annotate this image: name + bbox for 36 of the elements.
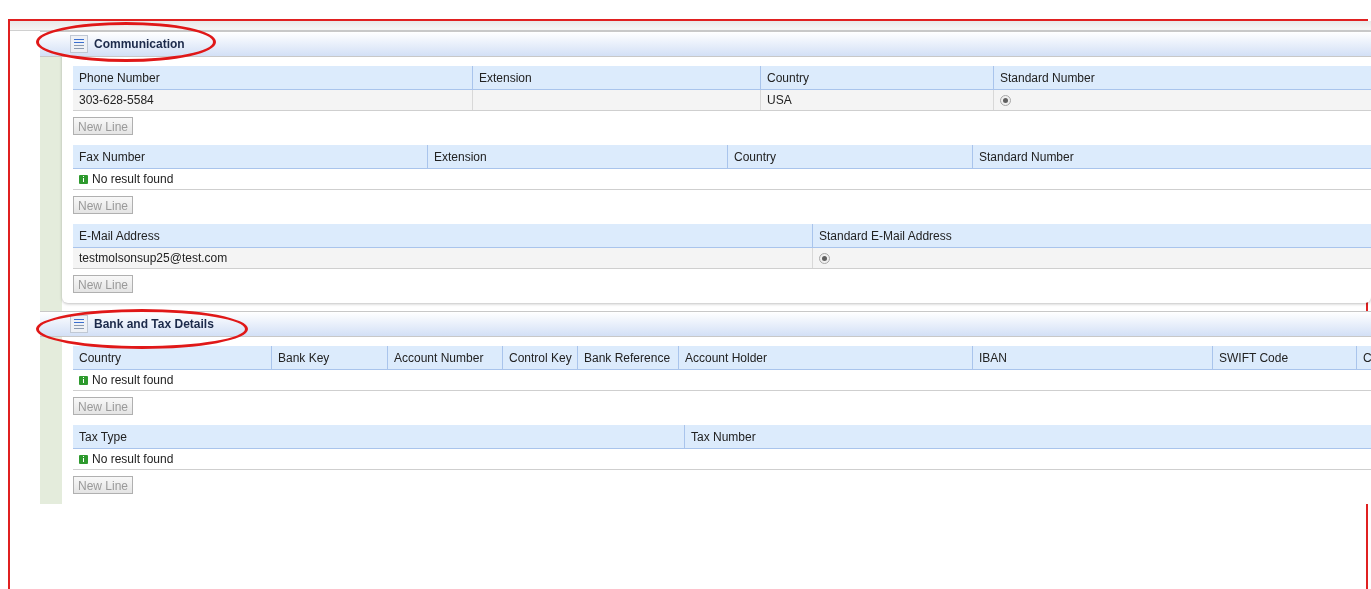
column-header[interactable]: Standard Number [972, 145, 1371, 168]
column-header[interactable]: Tax Type [73, 425, 684, 448]
section-title: Bank and Tax Details [94, 316, 214, 333]
column-header[interactable]: Country [73, 346, 271, 369]
column-header[interactable]: IBAN [972, 346, 1212, 369]
column-header[interactable]: Country [727, 145, 972, 168]
column-header[interactable]: Account Number [387, 346, 502, 369]
column-header[interactable]: SWIFT Code [1212, 346, 1356, 369]
column-header[interactable]: E-Mail Address [73, 224, 812, 247]
section-title: Communication [94, 36, 185, 53]
column-header[interactable]: Extension [472, 66, 760, 89]
document-icon [70, 315, 88, 333]
empty-message: No result found [92, 171, 174, 188]
column-header[interactable]: Tax Number [684, 425, 1371, 448]
empty-message: No result found [92, 451, 174, 468]
column-header[interactable]: Fax Number [73, 145, 427, 168]
column-header[interactable]: Bank Reference [577, 346, 678, 369]
table-cell: USA [760, 90, 993, 110]
radio-button[interactable] [1000, 94, 1011, 106]
radio-button[interactable] [819, 252, 830, 264]
empty-message: No result found [92, 372, 174, 389]
column-header[interactable]: Standard E-Mail Address [812, 224, 1371, 247]
column-header[interactable]: Control Key [502, 346, 577, 369]
column-header[interactable]: Country [760, 66, 993, 89]
info-icon [79, 174, 88, 184]
column-header[interactable]: Standard Number [993, 66, 1371, 89]
info-icon [79, 454, 88, 464]
info-icon [79, 375, 88, 385]
table-cell-text: 303-628-5584 [78, 92, 155, 109]
column-header[interactable]: Account Holder [678, 346, 972, 369]
column-header[interactable]: Phone Number [73, 66, 472, 89]
column-header[interactable]: Bank Key [271, 346, 387, 369]
document-icon [70, 35, 88, 53]
column-header[interactable]: Extension [427, 145, 727, 168]
column-header[interactable]: C [1356, 346, 1371, 369]
table-cell-text: testmolsonsup25@test.com [78, 250, 229, 267]
